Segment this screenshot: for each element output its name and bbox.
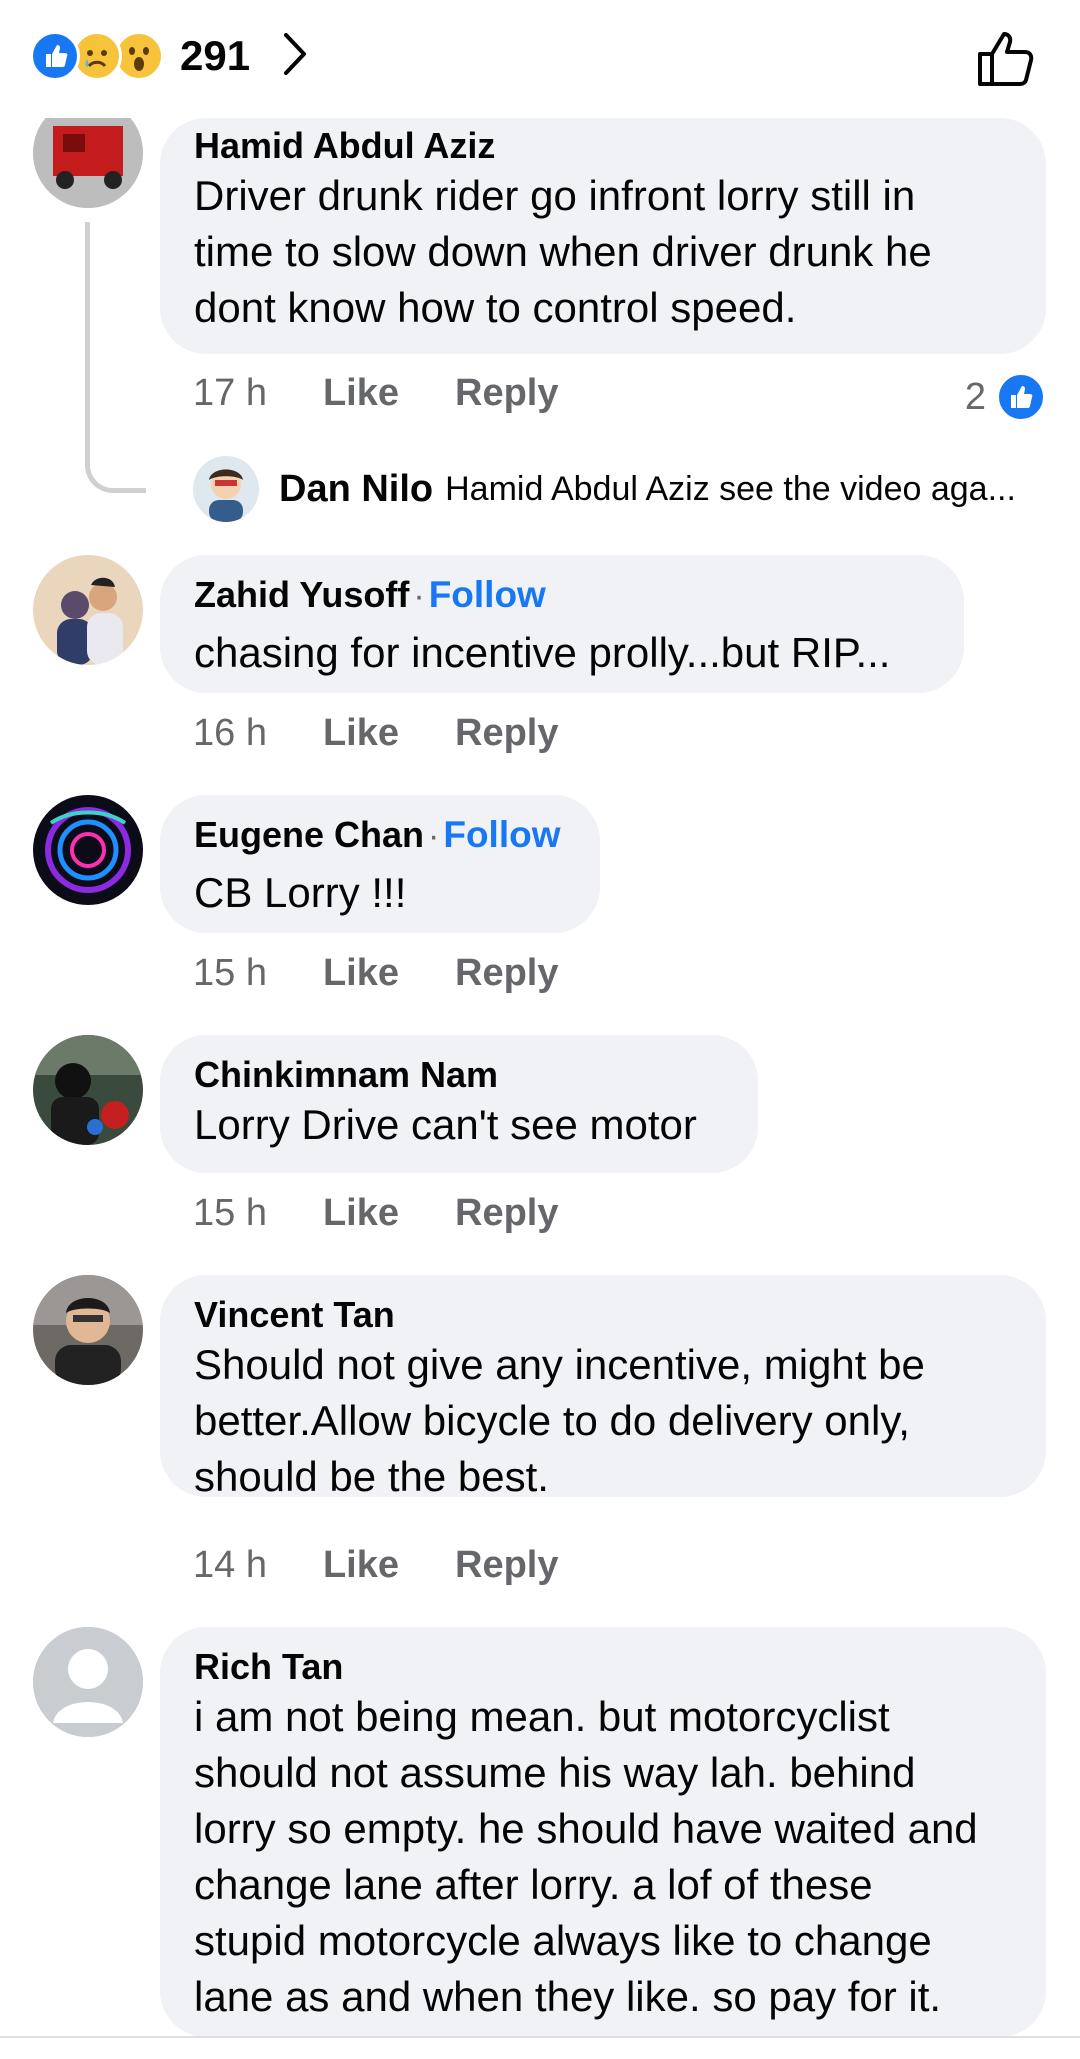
reaction-count: 291 xyxy=(180,32,251,79)
comment-actions: 14 h Like Reply xyxy=(193,1544,559,1587)
thumbs-up-outline-icon[interactable] xyxy=(976,28,1038,93)
commenter-name[interactable]: Vincent Tan xyxy=(194,1293,1012,1337)
separator-dot: · xyxy=(428,817,440,855)
comment-bubble: Eugene Chan · Follow CB Lorry !!! xyxy=(160,795,600,933)
comment-time[interactable]: 17 h xyxy=(193,372,267,415)
reply-thread-line xyxy=(85,222,146,493)
commenter-name[interactable]: Rich Tan xyxy=(194,1645,1012,1689)
comment-text-line: better.Allow bicycle to do delivery only… xyxy=(194,1397,910,1444)
commenter-name[interactable]: Hamid Abdul Aziz xyxy=(194,124,1012,168)
avatar[interactable] xyxy=(33,555,143,665)
comment-bubble: Zahid Yusoff · Follow chasing for incentiv… xyxy=(160,555,964,693)
like-reaction-icon xyxy=(30,31,80,81)
avatar[interactable] xyxy=(33,1627,143,1737)
commenter-name[interactable]: Eugene Chan xyxy=(194,814,424,855)
comment-text-line: i am not being mean. but motorcyclist xyxy=(194,1693,890,1740)
comment-time[interactable]: 14 h xyxy=(193,1544,267,1587)
reply-button[interactable]: Reply xyxy=(455,712,558,755)
avatar[interactable] xyxy=(33,1275,143,1385)
comment-actions: 16 h Like Reply xyxy=(193,712,559,755)
reply-button[interactable]: Reply xyxy=(455,952,558,995)
comment-bubble: Vincent Tan Should not give any incentiv… xyxy=(160,1275,1046,1500)
comment-text-line: stupid motorcycle always like to change xyxy=(194,1917,932,1964)
comment-time[interactable]: 15 h xyxy=(193,952,267,995)
comment-time[interactable]: 15 h xyxy=(193,1192,267,1235)
comment-text-line: Lorry Drive can't see motor xyxy=(194,1101,697,1148)
reply-button[interactable]: Reply xyxy=(455,372,558,415)
like-button[interactable]: Like xyxy=(323,712,399,755)
comment-bubble: Chinkimnam Nam Lorry Drive can't see mot… xyxy=(160,1035,758,1173)
comment-text-line: Should not give any incentive, might be xyxy=(194,1341,925,1388)
comment-bubble: Hamid Abdul Aziz Driver drunk rider go i… xyxy=(160,118,1046,354)
comment-bubble: Rich Tan i am not being mean. but motorc… xyxy=(160,1627,1046,2037)
divider xyxy=(0,2036,1080,2038)
avatar[interactable] xyxy=(33,795,143,905)
reply-button[interactable]: Reply xyxy=(455,1192,558,1235)
like-button[interactable]: Like xyxy=(323,372,399,415)
like-count-number: 2 xyxy=(964,375,986,418)
comment-text-line: dont know how to control speed. xyxy=(194,284,797,331)
comment-text-line: change lane after lorry. a lof of these xyxy=(194,1861,873,1908)
separator-dot: · xyxy=(413,577,425,615)
comment-like-count[interactable]: 2 xyxy=(965,372,1046,422)
like-reaction-icon xyxy=(996,372,1046,422)
reactions-summary[interactable]: 291 xyxy=(30,30,310,82)
commenter-name[interactable]: Chinkimnam Nam xyxy=(194,1053,724,1097)
comment-text-line: should not assume his way lah. behind xyxy=(194,1749,916,1796)
comment-text-line: CB Lorry !!! xyxy=(194,869,407,916)
comment-text-line: chasing for incentive prolly...but RIP..… xyxy=(194,629,891,676)
chevron-right-icon[interactable] xyxy=(280,31,310,82)
comment-actions: 15 h Like Reply xyxy=(193,1192,559,1235)
reply-preview[interactable]: Dan Nilo Hamid Abdul Aziz see the video … xyxy=(193,453,1016,525)
avatar[interactable] xyxy=(33,1035,143,1145)
like-button[interactable]: Like xyxy=(323,952,399,995)
comment-actions: 15 h Like Reply xyxy=(193,952,559,995)
avatar xyxy=(193,456,259,522)
comment-text-line: time to slow down when driver drunk he xyxy=(194,228,932,275)
like-button[interactable]: Like xyxy=(323,1544,399,1587)
follow-button[interactable]: Follow xyxy=(429,574,546,615)
reply-preview-text: Hamid Abdul Aziz see the video aga... xyxy=(445,469,1016,508)
comment-text-line: lorry so empty. he should have waited an… xyxy=(194,1805,978,1852)
reply-button[interactable]: Reply xyxy=(455,1544,558,1587)
comment-text-line: lane as and when they like. so pay for i… xyxy=(194,1973,942,2020)
follow-button[interactable]: Follow xyxy=(443,814,560,855)
commenter-name[interactable]: Zahid Yusoff xyxy=(194,574,409,615)
reply-author-name: Dan Nilo xyxy=(279,467,434,510)
comment-text-line: should be the best. xyxy=(194,1453,549,1500)
comment-actions: 17 h Like Reply xyxy=(193,372,559,415)
comment-text-line: Driver drunk rider go infront lorry stil… xyxy=(194,172,916,219)
comment-time[interactable]: 16 h xyxy=(193,712,267,755)
like-button[interactable]: Like xyxy=(323,1192,399,1235)
reactions-header: 291 xyxy=(0,0,1080,118)
